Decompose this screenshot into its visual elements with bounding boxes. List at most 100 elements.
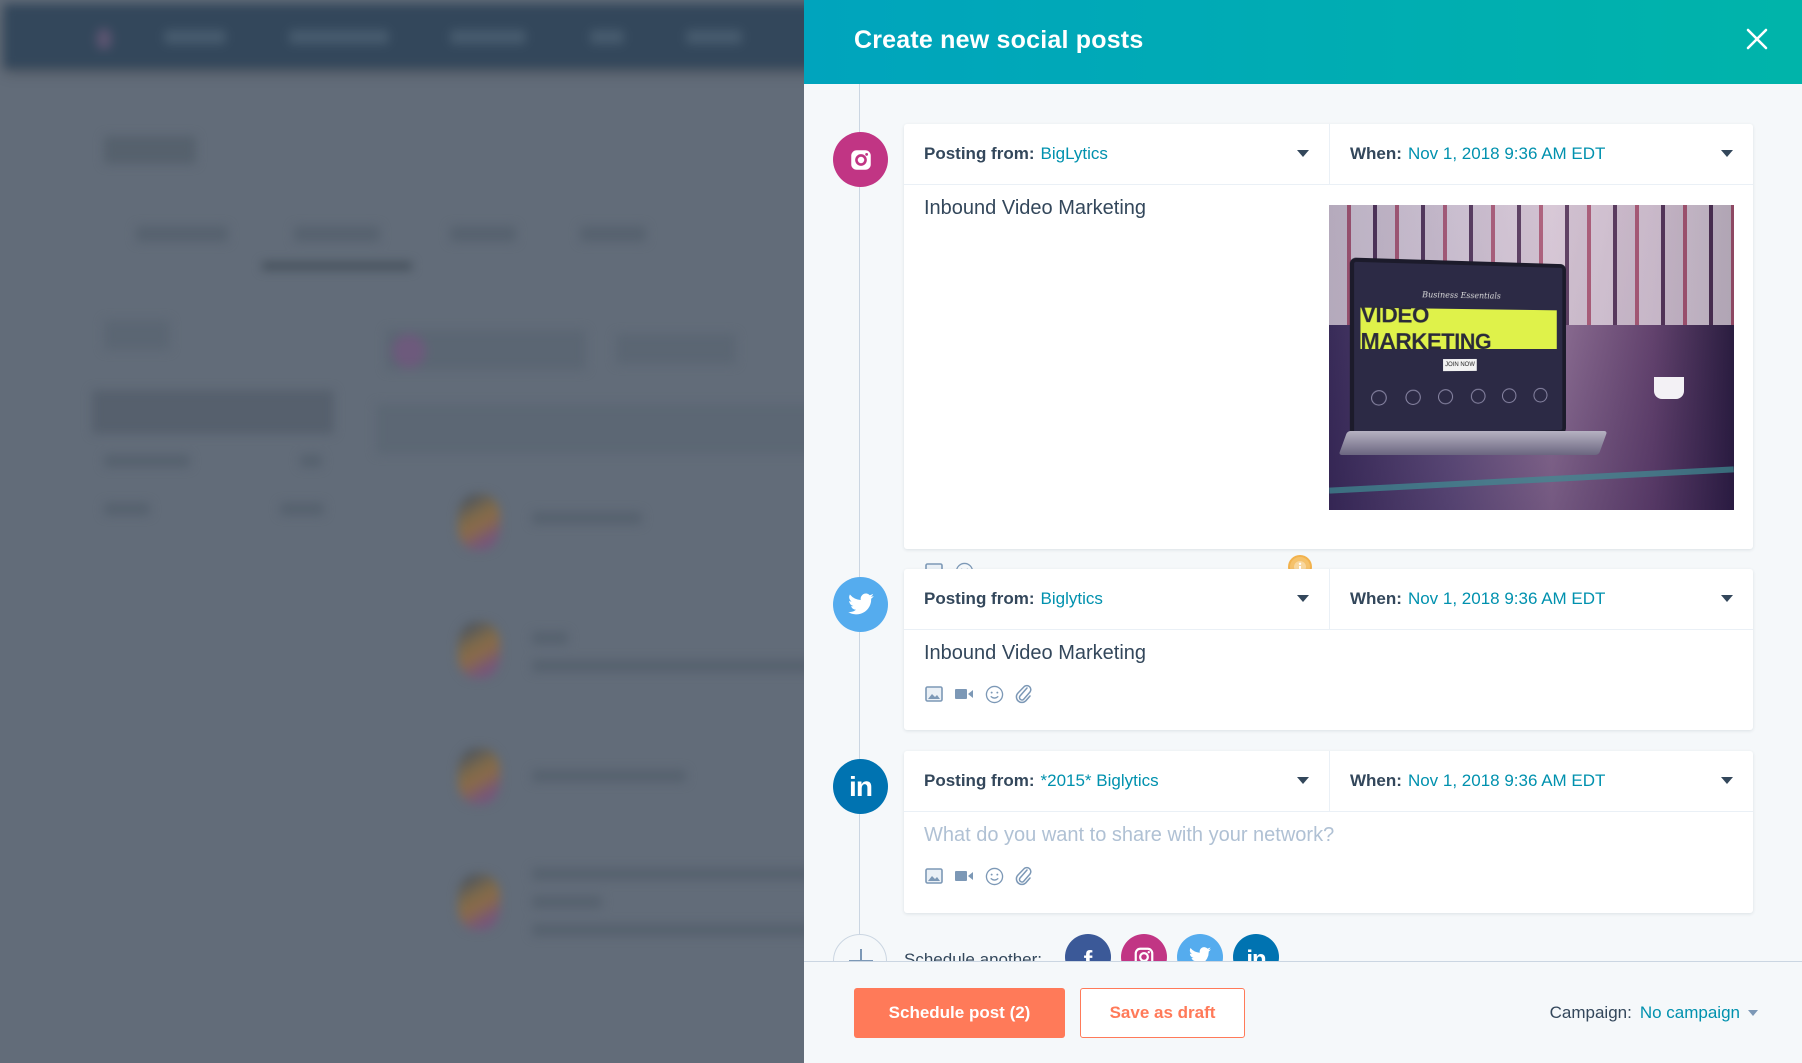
when-label: When: bbox=[1350, 144, 1402, 163]
facebook-icon: f bbox=[1083, 944, 1093, 962]
background-row-text bbox=[532, 770, 686, 782]
post-card-instagram: Posting from: BigLytics When: Nov 1, 201… bbox=[904, 124, 1753, 580]
posting-from-label: Posting from: bbox=[924, 771, 1035, 790]
background-app-overlay bbox=[0, 0, 804, 1063]
add-post-button[interactable] bbox=[833, 934, 887, 961]
image-button-text: JOIN NOW bbox=[1443, 358, 1477, 372]
when-label: When: bbox=[1350, 589, 1402, 608]
when-dropdown[interactable]: When: Nov 1, 2018 9:36 AM EDT bbox=[1330, 569, 1753, 629]
attachment-icon[interactable] bbox=[1014, 866, 1034, 886]
post-toolbar bbox=[924, 684, 1034, 704]
when-value: Nov 1, 2018 9:36 AM EDT bbox=[1407, 144, 1606, 163]
background-nav-item bbox=[590, 30, 624, 44]
posting-from-dropdown[interactable]: Posting from: *2015* Biglytics bbox=[904, 751, 1330, 811]
video-icon[interactable] bbox=[954, 684, 974, 704]
background-row-text bbox=[532, 660, 804, 672]
blurred-content bbox=[0, 0, 804, 1063]
video-icon[interactable] bbox=[954, 866, 974, 886]
twitter-icon bbox=[833, 577, 888, 632]
background-tab bbox=[294, 226, 380, 242]
chevron-down-icon bbox=[1721, 150, 1733, 157]
background-row-avatar bbox=[458, 622, 500, 678]
background-logo bbox=[96, 28, 112, 50]
posting-from-dropdown[interactable]: Posting from: BigLytics bbox=[904, 124, 1330, 184]
schedule-instagram-button[interactable] bbox=[1121, 934, 1167, 961]
campaign-selector[interactable]: Campaign: No campaign bbox=[1550, 1003, 1758, 1023]
background-table-header bbox=[376, 404, 804, 454]
posting-from-value: BigLytics bbox=[1040, 144, 1108, 163]
post-text-input[interactable] bbox=[924, 824, 1424, 847]
when-value: Nov 1, 2018 9:36 AM EDT bbox=[1407, 771, 1606, 790]
chevron-down-icon bbox=[1721, 595, 1733, 602]
panel-title: Create new social posts bbox=[854, 26, 1144, 54]
instagram-icon bbox=[833, 132, 888, 187]
campaign-value: No campaign bbox=[1639, 1003, 1740, 1022]
background-row-text bbox=[532, 512, 642, 524]
chevron-down-icon bbox=[1748, 1010, 1758, 1016]
panel-header: Create new social posts bbox=[804, 0, 1802, 84]
when-label: When: bbox=[1350, 771, 1402, 790]
background-filter bbox=[616, 334, 736, 364]
schedule-post-button[interactable]: Schedule post (2) bbox=[854, 988, 1065, 1038]
create-social-posts-panel: Posting from: BigLytics When: Nov 1, 201… bbox=[804, 0, 1802, 1063]
post-card-linkedin: Posting from: *2015* Biglytics When: Nov… bbox=[904, 751, 1753, 913]
image-cup bbox=[1654, 377, 1684, 399]
close-icon[interactable] bbox=[1742, 24, 1772, 54]
campaign-label: Campaign: bbox=[1549, 1003, 1632, 1022]
schedule-twitter-button[interactable] bbox=[1177, 934, 1223, 961]
image-tagline: Business Essentials bbox=[1422, 290, 1501, 301]
linkedin-icon: in bbox=[1246, 946, 1266, 961]
image-laptop-base bbox=[1338, 431, 1608, 455]
posts-scroll-area[interactable]: Posting from: BigLytics When: Nov 1, 201… bbox=[804, 84, 1802, 961]
background-nav-item bbox=[289, 30, 389, 44]
background-sidebar-count bbox=[300, 455, 322, 467]
post-text-input[interactable] bbox=[924, 642, 1304, 665]
background-row-text bbox=[532, 868, 804, 880]
background-nav-item bbox=[164, 30, 226, 44]
image-laptop-screen: Business Essentials VIDEO MARKETING JOIN… bbox=[1349, 257, 1566, 441]
background-filter-avatar bbox=[392, 334, 426, 368]
background-sidebar-count bbox=[280, 503, 324, 515]
schedule-another-label: Schedule another: bbox=[904, 950, 1042, 961]
post-text-input[interactable] bbox=[924, 197, 1304, 220]
background-row-avatar bbox=[458, 748, 500, 804]
chevron-down-icon bbox=[1297, 777, 1309, 784]
timeline-line bbox=[859, 84, 860, 961]
background-tab bbox=[450, 226, 516, 242]
background-row-avatar bbox=[458, 874, 500, 930]
image-icon[interactable] bbox=[924, 866, 944, 886]
chevron-down-icon bbox=[1721, 777, 1733, 784]
emoji-icon[interactable] bbox=[984, 866, 1004, 886]
when-dropdown[interactable]: When: Nov 1, 2018 9:36 AM EDT bbox=[1330, 751, 1753, 811]
twitter-icon bbox=[1189, 947, 1211, 961]
background-tab-underline bbox=[262, 262, 412, 270]
background-top-nav bbox=[4, 4, 804, 68]
post-attached-image[interactable]: Business Essentials VIDEO MARKETING JOIN… bbox=[1329, 205, 1734, 510]
background-nav-item bbox=[686, 30, 742, 44]
image-icon-row bbox=[1371, 387, 1548, 406]
image-heading: VIDEO MARKETING bbox=[1360, 301, 1557, 354]
background-tab bbox=[136, 226, 228, 242]
when-dropdown[interactable]: When: Nov 1, 2018 9:36 AM EDT bbox=[1330, 124, 1753, 184]
background-tab bbox=[580, 226, 646, 242]
background-row-avatar bbox=[458, 494, 500, 550]
posting-from-dropdown[interactable]: Posting from: Biglytics bbox=[904, 569, 1330, 629]
post-card-twitter: Posting from: Biglytics When: Nov 1, 201… bbox=[904, 569, 1753, 730]
schedule-linkedin-button[interactable]: in bbox=[1233, 934, 1279, 961]
background-page-title bbox=[104, 136, 196, 164]
save-as-draft-button[interactable]: Save as draft bbox=[1080, 988, 1245, 1038]
schedule-facebook-button[interactable]: f bbox=[1065, 934, 1111, 961]
chevron-down-icon bbox=[1297, 595, 1309, 602]
attachment-icon[interactable] bbox=[1014, 684, 1034, 704]
emoji-icon[interactable] bbox=[984, 684, 1004, 704]
posting-from-value: Biglytics bbox=[1040, 589, 1103, 608]
post-toolbar bbox=[924, 866, 1034, 886]
background-sidebar-active bbox=[92, 390, 334, 434]
chevron-down-icon bbox=[1297, 150, 1309, 157]
panel-footer: Schedule post (2) Save as draft Campaign… bbox=[804, 961, 1802, 1063]
posting-from-label: Posting from: bbox=[924, 144, 1035, 163]
image-icon[interactable] bbox=[924, 684, 944, 704]
instagram-icon bbox=[1134, 947, 1154, 961]
image-desk-edge bbox=[1329, 466, 1734, 494]
background-row-text bbox=[532, 924, 804, 936]
